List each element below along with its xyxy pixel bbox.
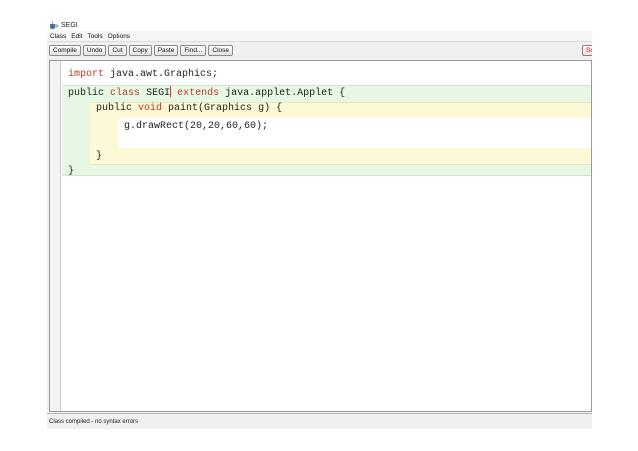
applet-cup-icon [50, 21, 58, 29]
status-bar: Class compiled - no syntax errors [47, 413, 592, 429]
status-message: Class compiled - no syntax errors [49, 418, 139, 425]
window-title: SEGI [61, 21, 78, 29]
code-editor[interactable]: import java.awt.Graphics; public class S… [49, 60, 592, 412]
keyword: extends [177, 88, 220, 99]
text-caret [170, 86, 172, 97]
menu-class[interactable]: Class [50, 33, 66, 40]
toolbar: Compile Undo Cut Copy Paste Find... Clos… [47, 42, 592, 59]
class-name: SEGI [146, 88, 171, 99]
keyword: void [138, 103, 163, 114]
bluej-editor-window: SEGI Class Edit Tools Options Compile Un… [47, 19, 592, 429]
keyword: class [110, 88, 141, 99]
menu-tools[interactable]: Tools [87, 33, 102, 40]
close-button[interactable]: Close [208, 45, 234, 56]
code-text: paint(Graphics g) { [162, 103, 283, 114]
code-line-class-close: } [68, 166, 75, 177]
menu-edit[interactable]: Edit [71, 33, 82, 40]
cut-button[interactable]: Cut [108, 45, 127, 56]
paste-button[interactable]: Paste [153, 45, 179, 56]
code-line-import: import java.awt.Graphics; [68, 69, 218, 81]
title-bar: SEGI [47, 19, 592, 31]
source-view-selector[interactable]: So [582, 45, 592, 56]
menu-options[interactable]: Options [108, 33, 130, 40]
keyword: import [68, 69, 105, 80]
keyword: public [68, 88, 105, 99]
line-gutter[interactable] [50, 61, 61, 411]
find-button[interactable]: Find... [180, 45, 207, 56]
keyword: public [96, 103, 133, 114]
compile-button[interactable]: Compile [49, 45, 81, 56]
code-text: java.applet.Applet { [219, 88, 346, 99]
code-text: java.awt.Graphics; [104, 69, 219, 80]
code-line-method-close: } [96, 151, 103, 162]
code-line-method-declaration: public void paint(Graphics g) { [96, 103, 282, 115]
copy-button[interactable]: Copy [128, 45, 152, 56]
undo-button[interactable]: Undo [82, 45, 107, 56]
menu-bar: Class Edit Tools Options [47, 31, 592, 42]
code-line-class-declaration: public class SEGI extends java.applet.Ap… [68, 86, 345, 100]
code-line-draw-rect: g.drawRect(20,20,60,60); [124, 121, 269, 132]
